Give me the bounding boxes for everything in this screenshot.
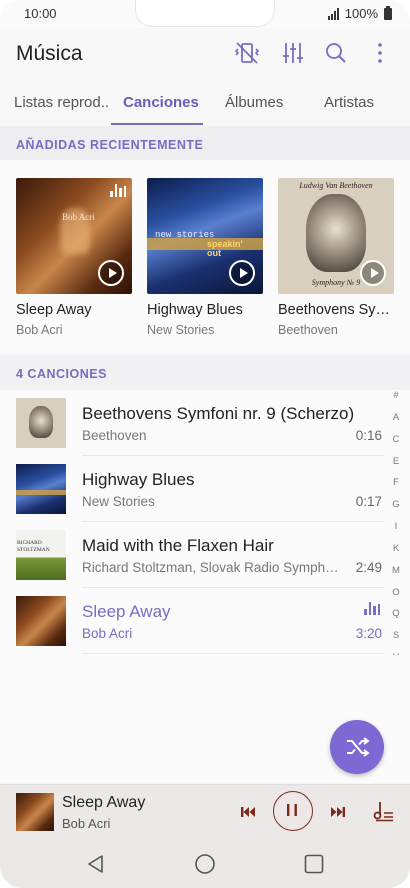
song-duration: 3:20 [355,626,382,641]
index-letter[interactable]: C [388,434,404,456]
songs-section-header: 4 CANCIONES [0,355,410,391]
camera-notch [136,0,274,26]
tab-bar: Listas reprod.. Canciones Álbumes Artist… [0,80,410,127]
tab-playlists[interactable]: Listas reprod.. [14,94,109,111]
song-row-now-playing[interactable]: Sleep Away Bob Acri 3:20 [0,588,384,654]
recent-card-artist: Beethoven [278,323,338,337]
app-bar: Música [0,28,410,80]
mini-player-title: Sleep Away [62,794,146,811]
song-title: Beethovens Symfoni nr. 9 (Scherzo) [82,404,355,423]
index-letter[interactable]: K [388,543,404,565]
index-letter[interactable]: F [388,477,404,499]
songs-header-label: 4 CANCIONES [16,367,107,381]
index-letter[interactable]: M [388,565,404,587]
previous-track-icon[interactable] [238,802,258,822]
index-letter[interactable]: # [388,390,404,412]
song-artist: Richard Stoltzman, Slovak Radio Symph… [82,560,339,575]
active-tab-indicator [111,123,203,125]
album-art-text: RICHARD STOLTZMAN [17,540,50,553]
page-title: Música [16,42,83,65]
tab-songs[interactable]: Canciones [123,94,199,111]
play-icon[interactable] [229,260,255,286]
mini-player-artist: Bob Acri [62,816,111,831]
mini-player[interactable]: Sleep Away Bob Acri [0,784,410,839]
equalizer-settings-icon[interactable] [280,40,306,66]
recent-card-beethoven[interactable]: Ludwig Van Beethoven Symphony № 9 Beetho… [278,178,394,337]
album-art-text: speakin' out [207,239,243,258]
back-icon[interactable] [84,852,108,876]
search-icon[interactable] [323,40,349,66]
home-icon[interactable] [193,852,217,876]
album-art-text: Bob Acri [62,212,95,222]
recent-apps-icon[interactable] [302,852,326,876]
shuffle-icon [347,737,370,757]
pause-button[interactable] [273,791,313,831]
play-icon[interactable] [360,260,386,286]
song-thumbnail-beethoven [16,398,66,448]
play-icon[interactable] [98,260,124,286]
song-thumbnail-new-stories [16,464,66,514]
album-art-text: new stories [155,230,215,240]
song-artist: Bob Acri [82,626,133,641]
recent-card-title: Sleep Away [16,302,92,318]
song-row[interactable]: Beethovens Symfoni nr. 9 (Scherzo) Beeth… [0,390,384,456]
phone-screen: 10:00 100% Música Listas reprod.. Cancio… [0,0,410,888]
row-divider [82,653,384,654]
album-art-text: Ludwig Van Beethoven [299,181,373,190]
recent-card-title: Highway Blues [147,302,243,318]
tab-albums[interactable]: Álbumes [225,94,283,111]
next-track-icon[interactable] [328,802,348,822]
song-title: Highway Blues [82,470,195,489]
index-letter[interactable]: O [388,587,404,609]
no-vibrate-icon[interactable] [234,40,260,66]
song-thumbnail-bob-acri [16,596,66,646]
recent-card-artist: New Stories [147,323,215,337]
status-bar: 10:00 100% [0,0,410,28]
index-letter[interactable]: Q [388,608,404,630]
recent-card-artist: Bob Acri [16,323,63,337]
song-title: Sleep Away [82,602,171,621]
recent-section-header: AÑADIDAS RECIENTEMENTE [0,126,410,162]
recent-header-label: AÑADIDAS RECIENTEMENTE [16,138,204,152]
album-art-bob-acri[interactable]: Bob Acri [16,178,132,294]
pause-icon [287,804,297,816]
recent-carousel: Bob Acri Sleep Away Bob Acri new stories… [0,160,410,353]
signal-icon [327,7,339,20]
index-letter[interactable]: S [388,630,404,652]
song-artist: New Stories [82,494,155,509]
song-duration: 0:16 [355,428,382,443]
recent-card-highway-blues[interactable]: new stories speakin' out Highway Blues N… [147,178,263,337]
index-letter[interactable]: G [388,499,404,521]
battery-icon [384,5,392,20]
status-icons: 100% [327,5,392,21]
shuffle-button[interactable] [330,720,384,774]
song-duration: 0:17 [355,494,382,509]
playlist-queue-icon[interactable] [371,799,395,823]
system-nav-bar [0,838,410,888]
now-playing-indicator-icon [364,602,380,615]
song-row[interactable]: Highway Blues New Stories 0:17 [0,456,384,522]
more-vert-icon[interactable] [367,40,393,66]
now-playing-indicator-icon [110,184,126,197]
song-thumbnail-stoltzman: RICHARD STOLTZMAN [16,530,66,580]
tab-artists[interactable]: Artistas [324,94,374,111]
album-art-new-stories[interactable]: new stories speakin' out [147,178,263,294]
recent-card-title: Beethovens Sym… [278,302,394,318]
song-list: Beethovens Symfoni nr. 9 (Scherzo) Beeth… [0,390,410,655]
song-row[interactable]: RICHARD STOLTZMAN Maid with the Flaxen H… [0,522,384,588]
index-letter[interactable]: I [388,521,404,543]
index-letter[interactable]: E [388,456,404,478]
battery-percent: 100% [344,6,378,21]
song-duration: 2:49 [355,560,382,575]
index-letter[interactable]: A [388,412,404,434]
song-title: Maid with the Flaxen Hair [82,536,274,555]
song-artist: Beethoven [82,428,147,443]
mini-player-album-art[interactable] [16,793,54,831]
album-art-beethoven[interactable]: Ludwig Van Beethoven Symphony № 9 [278,178,394,294]
status-time: 10:00 [24,6,57,21]
recent-card-sleep-away[interactable]: Bob Acri Sleep Away Bob Acri [16,178,132,337]
